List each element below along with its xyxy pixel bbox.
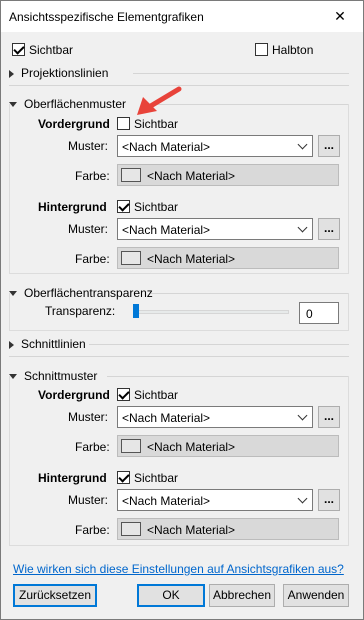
apply-button[interactable]: Anwenden xyxy=(283,584,349,607)
surface-bg-pattern-browse-button[interactable]: ... xyxy=(318,218,340,240)
divider xyxy=(133,73,349,74)
section-label: Projektionslinien xyxy=(21,66,109,80)
cancel-button[interactable]: Abbrechen xyxy=(209,584,275,607)
surface-fg-pattern-label: Muster: xyxy=(68,139,109,153)
surface-background-visible-label: Sichtbar xyxy=(134,200,179,214)
cut-bg-color-label: Farbe: xyxy=(75,523,110,537)
cut-bg-pattern-browse-button[interactable]: ... xyxy=(318,489,340,511)
section-label: Schnittlinien xyxy=(21,337,86,351)
surface-foreground-heading: Vordergrund xyxy=(38,117,110,131)
close-icon[interactable]: ✕ xyxy=(317,1,363,32)
surface-bg-pattern-select[interactable]: <Nach Material> xyxy=(117,218,313,240)
dialog-window: Ansichtsspezifische Elementgrafiken ✕ Si… xyxy=(0,0,364,620)
color-swatch xyxy=(121,439,141,453)
transparency-slider-thumb[interactable] xyxy=(133,304,139,318)
cut-fg-pattern-select[interactable]: <Nach Material> xyxy=(117,406,313,428)
window-title: Ansichtsspezifische Elementgrafiken xyxy=(9,10,204,24)
color-swatch xyxy=(121,522,141,536)
cut-foreground-visible-label: Sichtbar xyxy=(134,388,179,402)
color-value: <Nach Material> xyxy=(147,169,236,183)
surface-fg-color-label: Farbe: xyxy=(75,169,110,183)
color-swatch xyxy=(121,168,141,182)
cut-foreground-visible-checkbox[interactable] xyxy=(117,388,130,401)
surface-fg-pattern-browse-button[interactable]: ... xyxy=(318,135,340,157)
surface-fg-pattern-select[interactable]: <Nach Material> xyxy=(117,135,313,157)
transparency-input[interactable]: 0 xyxy=(299,302,339,324)
cut-background-visible-checkbox[interactable] xyxy=(117,471,130,484)
surface-bg-pattern-label: Muster: xyxy=(68,222,109,236)
transparency-value: 0 xyxy=(306,307,313,321)
surface-bg-color-field: <Nach Material> xyxy=(117,247,339,269)
select-value: <Nach Material> xyxy=(122,140,211,154)
select-value: <Nach Material> xyxy=(122,411,211,425)
ok-button[interactable]: OK xyxy=(137,584,205,607)
cut-fg-color-field: <Nach Material> xyxy=(117,435,339,457)
chevron-down-icon xyxy=(297,139,308,150)
surface-foreground-visible-checkbox[interactable] xyxy=(117,117,130,130)
annotation-arrow-icon xyxy=(137,86,182,115)
visible-checkbox[interactable] xyxy=(12,43,25,56)
color-swatch xyxy=(121,251,141,265)
color-value: <Nach Material> xyxy=(147,523,236,537)
expand-arrow-icon xyxy=(9,69,14,78)
cut-bg-pattern-select[interactable]: <Nach Material> xyxy=(117,489,313,511)
transparency-slider-track[interactable] xyxy=(133,310,289,314)
cut-background-visible-label: Sichtbar xyxy=(134,471,179,485)
title-bar: Ansichtsspezifische Elementgrafiken ✕ xyxy=(1,1,363,32)
halftone-label: Halbton xyxy=(272,43,314,57)
color-value: <Nach Material> xyxy=(147,440,236,454)
cut-fg-pattern-browse-button[interactable]: ... xyxy=(318,406,340,428)
divider xyxy=(9,356,349,357)
cut-fg-pattern-label: Muster: xyxy=(68,410,109,424)
section-projection-lines[interactable]: Projektionslinien xyxy=(9,66,108,80)
cut-background-heading: Hintergrund xyxy=(38,471,107,485)
expand-arrow-icon xyxy=(9,340,14,349)
cut-bg-pattern-label: Muster: xyxy=(68,493,109,507)
select-value: <Nach Material> xyxy=(122,223,211,237)
help-link[interactable]: Wie wirken sich diese Einstellungen auf … xyxy=(13,562,344,576)
surface-background-visible-checkbox[interactable] xyxy=(117,200,130,213)
cut-foreground-heading: Vordergrund xyxy=(38,388,110,402)
visible-label: Sichtbar xyxy=(29,43,74,57)
surface-background-heading: Hintergrund xyxy=(38,200,107,214)
transparency-label: Transparenz: xyxy=(45,304,116,318)
reset-button[interactable]: Zurücksetzen xyxy=(13,584,97,607)
divider xyxy=(89,344,349,345)
chevron-down-icon xyxy=(297,493,308,504)
color-value: <Nach Material> xyxy=(147,252,236,266)
surface-foreground-visible-label: Sichtbar xyxy=(134,117,179,131)
section-cut-lines[interactable]: Schnittlinien xyxy=(9,337,86,351)
chevron-down-icon xyxy=(297,410,308,421)
surface-bg-color-label: Farbe: xyxy=(75,252,110,266)
select-value: <Nach Material> xyxy=(122,494,211,508)
surface-fg-color-field: <Nach Material> xyxy=(117,164,339,186)
chevron-down-icon xyxy=(297,222,308,233)
cut-fg-color-label: Farbe: xyxy=(75,440,110,454)
cut-bg-color-field: <Nach Material> xyxy=(117,518,339,540)
halftone-checkbox[interactable] xyxy=(255,43,268,56)
